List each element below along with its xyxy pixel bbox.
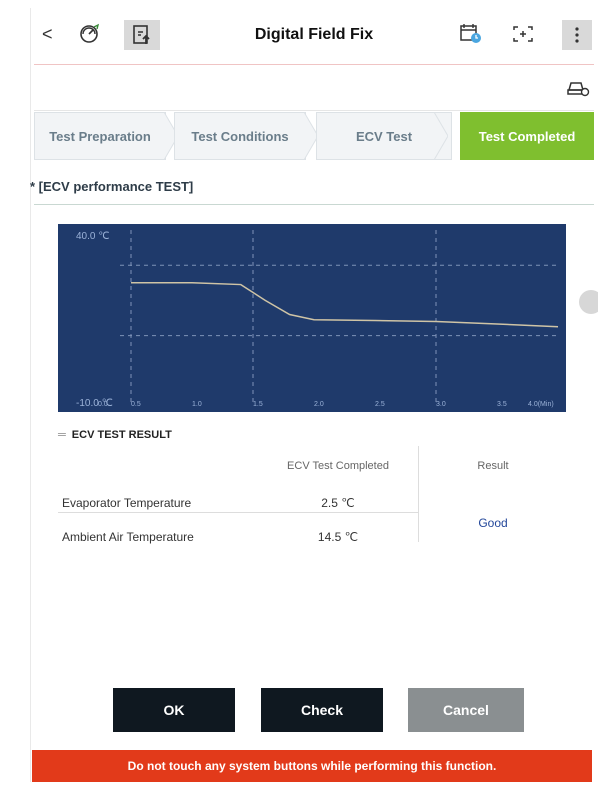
x-tick-label: 2.5 [375, 401, 385, 408]
row-value-evaporator: 2.5 ℃ [321, 496, 355, 510]
check-button-label: Check [300, 702, 344, 718]
x-tick-label: 3.5 [497, 401, 507, 408]
column-header-ecv-test: ECV Test Completed [287, 460, 389, 472]
result-value: Good [478, 516, 508, 530]
column-header-result: Result [477, 460, 509, 472]
x-tick-label: 4.0(Min) [528, 401, 554, 408]
row-value-ambient: 14.5 ℃ [317, 530, 359, 544]
x-tick-label: 0.5 [131, 401, 141, 408]
step-label: ECV Test [355, 128, 413, 144]
cancel-button-label: Cancel [443, 702, 489, 718]
scroll-handle-icon[interactable] [579, 290, 598, 314]
step-indicator: Test Preparation Test Conditions ECV Tes… [34, 112, 594, 162]
diagnostic-gauge-icon[interactable] [76, 22, 102, 46]
step-label: Test Completed [478, 128, 576, 144]
more-vertical-icon[interactable] [562, 20, 592, 50]
ecv-chart: 40.0 ℃ -10.0 ℃ 0.0 0.5 1.0 1.5 2.0 2.5 3.0 3.5 4… [58, 224, 566, 412]
title-bar: < Digital Field Fix [34, 12, 594, 60]
page-title: Digital Field Fix [254, 26, 374, 43]
heading-marker: ═ [58, 429, 66, 441]
toolbar-divider [34, 110, 594, 111]
result-heading: ═ ECV TEST RESULT [58, 429, 172, 441]
x-tick-label: 1.0 [192, 401, 202, 408]
x-tick-label: 0.0 [98, 401, 108, 408]
x-tick-label: 2.0 [314, 401, 324, 408]
title-divider [34, 64, 594, 65]
cancel-button[interactable]: Cancel [408, 688, 524, 732]
section-divider [34, 204, 594, 205]
step-ecv-test[interactable]: ECV Test [316, 112, 452, 160]
upload-document-icon[interactable] [124, 20, 160, 50]
step-test-conditions[interactable]: Test Conditions [174, 112, 306, 160]
row-label-evaporator: Evaporator Temperature [62, 496, 192, 510]
secondary-toolbar [34, 72, 594, 106]
x-tick-label: 3.0 [436, 401, 446, 408]
ok-button[interactable]: OK [113, 688, 235, 732]
vehicle-settings-icon[interactable] [566, 78, 590, 103]
step-test-completed[interactable]: Test Completed [460, 112, 594, 160]
app-window: < Digital Field Fix Test Preparation Tes… [30, 12, 598, 782]
step-separator [434, 112, 448, 160]
left-edge [30, 8, 31, 782]
check-button[interactable]: Check [261, 688, 383, 732]
row-label-ambient: Ambient Air Temperature [62, 530, 194, 544]
y-max-label: 40.0 ℃ [76, 231, 109, 242]
section-title: * [ECV performance TEST] [30, 179, 194, 194]
chart-background [58, 224, 566, 412]
step-test-preparation[interactable]: Test Preparation [34, 112, 166, 160]
ok-button-label: OK [163, 702, 185, 718]
screen-capture-icon[interactable] [510, 22, 536, 46]
ecv-chart-svg: 40.0 ℃ -10.0 ℃ 0.0 0.5 1.0 1.5 2.0 2.5 3.0 3.5 4… [58, 224, 566, 412]
warning-banner: Do not touch any system buttons while pe… [32, 750, 592, 782]
x-tick-label: 1.5 [253, 401, 263, 408]
step-label: Test Preparation [49, 128, 151, 144]
step-label: Test Conditions [191, 128, 289, 144]
calendar-clock-icon[interactable] [458, 22, 484, 46]
result-heading-text: ECV TEST RESULT [71, 429, 172, 441]
row-divider [58, 512, 418, 513]
back-icon[interactable]: < [42, 24, 53, 45]
